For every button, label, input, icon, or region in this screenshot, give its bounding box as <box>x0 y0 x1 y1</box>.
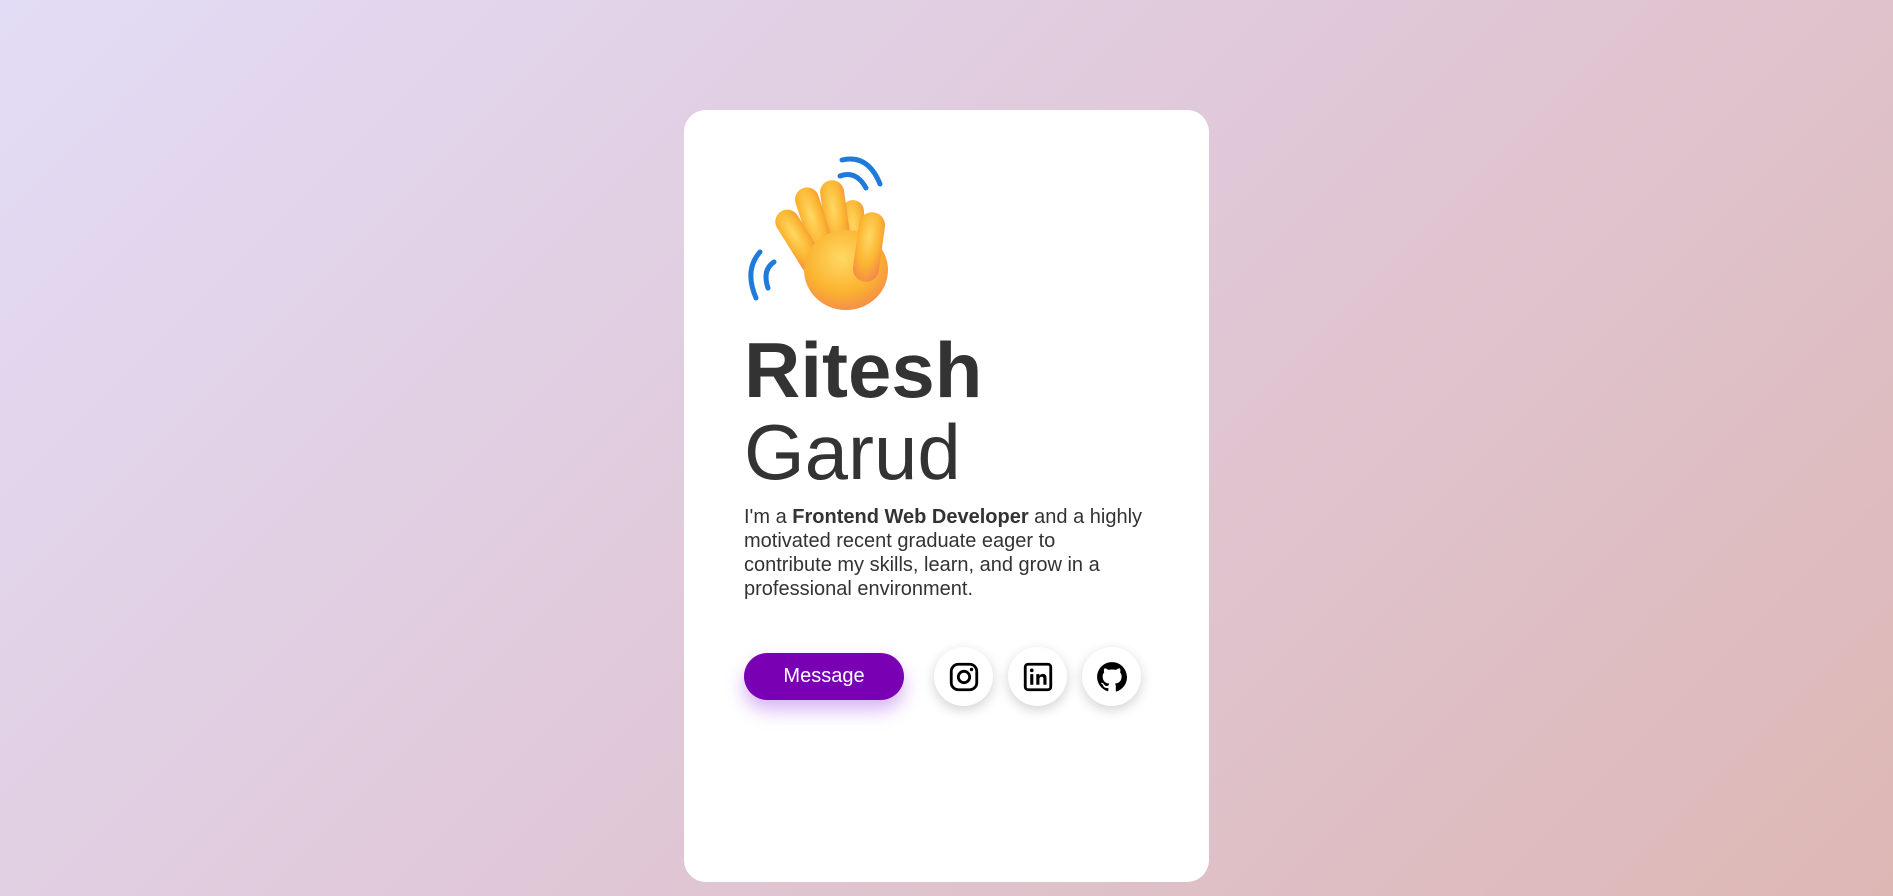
message-button[interactable]: Message <box>744 653 904 700</box>
bio-text: I'm a Frontend Web Developer and a highl… <box>744 505 1144 601</box>
github-button[interactable] <box>1082 647 1141 706</box>
waving-hand-icon <box>748 156 888 310</box>
last-name-heading: Garud <box>744 408 961 496</box>
bio-role: Frontend Web Developer <box>792 506 1029 528</box>
first-name-heading: Ritesh <box>744 326 983 414</box>
instagram-button[interactable] <box>934 647 993 706</box>
instagram-icon <box>949 662 978 691</box>
profile-card: Ritesh Garud I'm a Frontend Web Develope… <box>684 110 1209 882</box>
github-icon <box>1096 661 1127 691</box>
linkedin-icon <box>1023 662 1052 691</box>
bio-prefix: I'm a <box>744 506 793 528</box>
linkedin-button[interactable] <box>1008 647 1067 706</box>
